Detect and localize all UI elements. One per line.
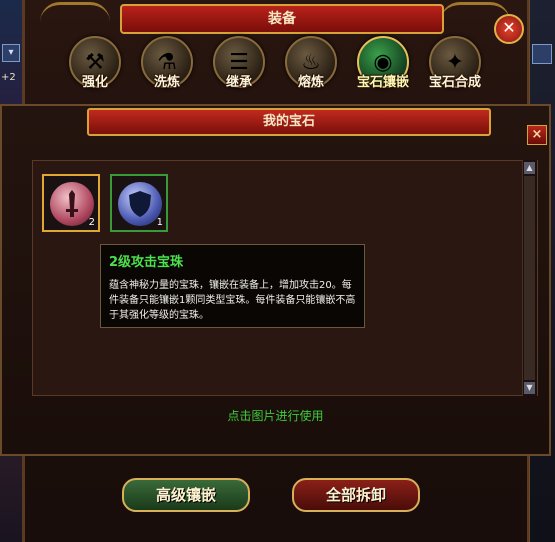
dialog-title: 我的宝石 — [87, 108, 491, 136]
level-tag: +2 — [1, 72, 16, 83]
tab-label: 宝石合成 — [428, 75, 481, 90]
tooltip-description: 蕴含神秘力量的宝珠，镶嵌在装备上，增加攻击20。每件装备只能镶嵌1颗同类型宝珠。… — [109, 280, 356, 321]
scroll-up-icon[interactable]: ▲ — [524, 162, 535, 174]
tab-gem-synthesis[interactable]: ✦ 宝石合成 — [425, 36, 485, 94]
scroll-thumb[interactable] — [524, 176, 535, 380]
left-ornament — [40, 2, 110, 35]
tab-label: 强化 — [81, 75, 108, 90]
tab-inherit[interactable]: ☰ 继承 — [209, 36, 269, 94]
sword-icon — [50, 182, 94, 226]
gem-count: 2 — [88, 217, 95, 228]
usage-hint: 点击图片进行使用 — [227, 409, 324, 423]
left-toggle-button[interactable]: ▾ — [2, 44, 20, 62]
gem-slot-attack[interactable]: 2 — [42, 174, 100, 232]
gem-list-scrollbar[interactable]: ▲ ▼ — [522, 160, 537, 396]
tab-label: 洗炼 — [153, 75, 180, 90]
gem-count: 1 — [156, 217, 163, 228]
tab-label: 熔炼 — [297, 75, 324, 90]
tab-row: ⚒ 强化 ⚗ 洗炼 ☰ 继承 ♨ 熔炼 ◉ 宝石镶嵌 ✦ 宝石合成 — [65, 36, 505, 96]
tooltip-title: 2级攻击宝珠 — [109, 255, 184, 270]
shield-icon — [118, 182, 162, 226]
tab-gem-inlay[interactable]: ◉ 宝石镶嵌 — [353, 36, 413, 94]
right-toggle-button[interactable] — [532, 44, 552, 64]
tab-smelt[interactable]: ♨ 熔炼 — [281, 36, 341, 94]
tab-label: 宝石镶嵌 — [356, 75, 409, 90]
advanced-inlay-button[interactable]: 高级镶嵌 — [122, 478, 250, 512]
tab-label: 继承 — [225, 75, 252, 90]
remove-all-button[interactable]: 全部拆卸 — [292, 478, 420, 512]
tab-refine[interactable]: ⚗ 洗炼 — [137, 36, 197, 94]
scroll-down-icon[interactable]: ▼ — [524, 382, 535, 394]
tab-enhance[interactable]: ⚒ 强化 — [65, 36, 125, 94]
window-title: 装备 — [120, 4, 444, 34]
dialog-close-button[interactable]: × — [527, 125, 547, 145]
gem-tooltip: 2级攻击宝珠 蕴含神秘力量的宝珠，镶嵌在装备上，增加攻击20。每件装备只能镶嵌1… — [100, 244, 365, 328]
gem-slot-defense[interactable]: 1 — [110, 174, 168, 232]
